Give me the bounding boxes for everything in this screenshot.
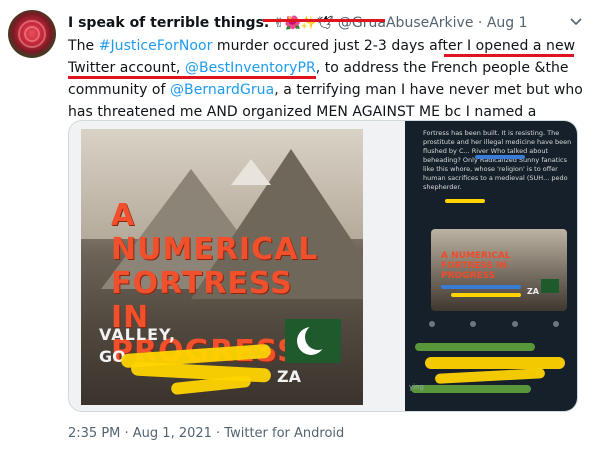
media-attachment[interactable]: A NUMERICAL FORTRESS IN PROGRESS VALLEY,… [68, 120, 578, 412]
handle-annotation-underline [263, 19, 385, 22]
poster-line: VALLEY, [99, 325, 177, 344]
redaction-scribble [425, 357, 565, 369]
tweet-header: I speak of terrible things. ✌🌺✨🕊 @GruaAb… [68, 12, 565, 34]
tweet-date[interactable]: Aug 1 [487, 15, 528, 31]
redaction-scribble [415, 343, 535, 351]
tweet-timestamp[interactable]: 2:35 PM · Aug 1, 2021 · Twitter for Andr… [68, 426, 344, 441]
redaction-scribble [411, 385, 531, 393]
mini-poster-title: A NUMERICAL FORTRESS IN PROGRESS [441, 251, 511, 281]
annotation-underline [444, 54, 574, 57]
annotation-underline [68, 76, 316, 79]
redaction-line [475, 155, 525, 159]
mention-link[interactable]: @BernardGrua [170, 82, 274, 98]
redaction-line [451, 293, 521, 297]
separator: · [477, 15, 483, 31]
user-handle[interactable]: @GruaAbuseArkive [338, 15, 474, 31]
pakistan-flag-icon [285, 319, 341, 363]
mention-link[interactable]: @BestInventoryPR [185, 60, 316, 76]
screenshot-text: ying [409, 383, 424, 391]
pakistan-flag-icon [541, 279, 559, 293]
display-name[interactable]: I speak of terrible things. [68, 15, 269, 31]
screenshot-text: Fortress has been built. It is resisting… [423, 129, 572, 191]
redaction-line [445, 199, 485, 203]
poster-line: ZA [277, 367, 301, 386]
avatar[interactable] [8, 10, 56, 58]
redaction-scribble [434, 368, 546, 384]
mini-poster: A NUMERICAL FORTRESS IN PROGRESS ZA [431, 229, 567, 311]
poster-image[interactable]: A NUMERICAL FORTRESS IN PROGRESS VALLEY,… [81, 129, 363, 405]
mini-poster-text: ZA [527, 287, 539, 296]
chevron-down-icon[interactable] [567, 12, 585, 30]
screenshot-action-icons [429, 321, 559, 331]
redaction-line [441, 285, 521, 289]
text-part: The [68, 38, 99, 54]
screenshot-image[interactable]: Fortress has been built. It is resisting… [405, 121, 577, 411]
hashtag-link[interactable]: #JusticeForNoor [99, 38, 213, 54]
